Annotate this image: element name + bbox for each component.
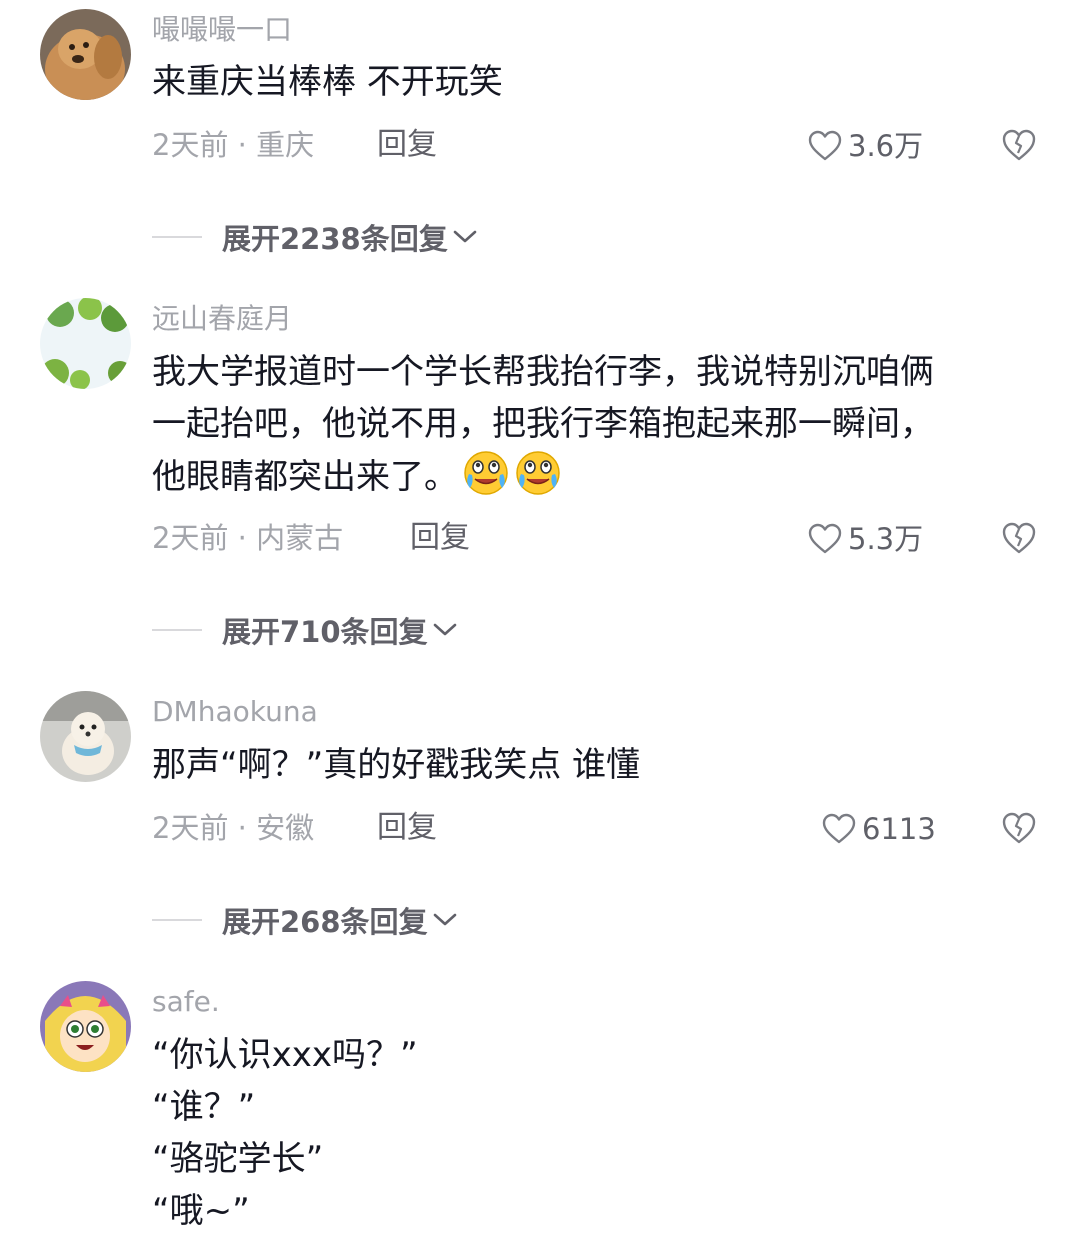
like-button[interactable]: 3.6万 <box>808 128 923 164</box>
comment-meta: 2天前 · 安徽 <box>152 811 315 845</box>
username[interactable]: DMhaokuna <box>152 695 318 729</box>
avatar[interactable] <box>40 298 131 389</box>
expand-replies-button[interactable]: 展开268条回复 <box>152 899 458 941</box>
reply-button[interactable]: 回复 <box>377 810 437 846</box>
heart-outline-icon <box>808 523 842 554</box>
comment-text-line: 他眼睛都突出来了。 <box>152 450 1052 502</box>
chevron-down-icon <box>433 913 456 926</box>
laugh-cry-emoji-icon <box>516 451 560 495</box>
heart-outline-icon <box>808 130 842 161</box>
expand-replies-button[interactable]: 展开2238条回复 <box>152 216 478 258</box>
comment-text-line: “骆驼学长” <box>152 1139 324 1179</box>
chevron-down-icon <box>433 623 456 636</box>
comment-text-line: 一起抬吧，他说不用，把我行李箱抱起来那一瞬间， <box>152 404 934 444</box>
heart-outline-icon <box>822 813 856 844</box>
expand-replies-button[interactable]: 展开710条回复 <box>152 609 458 651</box>
username[interactable]: 远山春庭月 <box>152 302 292 336</box>
avatar[interactable] <box>40 9 131 100</box>
comment-text-line: “谁？” <box>152 1087 256 1127</box>
comment-text: 来重庆当棒棒 不开玩笑 <box>152 56 1052 108</box>
comment-meta: 2天前 · 重庆 <box>152 128 315 162</box>
username[interactable]: 嘬嘬嘬一口 <box>152 13 292 47</box>
comment-text: “你认识xxx吗？” “谁？” “骆驼学长” “哦~” <box>152 1029 1052 1237</box>
like-button[interactable]: 6113 <box>822 811 936 847</box>
comment-meta: 2天前 · 内蒙古 <box>152 521 344 555</box>
expand-replies-label: 展开710条回复 <box>222 615 428 649</box>
laugh-cry-emoji-icon <box>464 451 508 495</box>
divider <box>152 236 202 238</box>
like-count: 3.6万 <box>848 129 924 163</box>
expand-replies-label: 展开2238条回复 <box>222 222 448 256</box>
like-count: 6113 <box>862 812 936 846</box>
expand-replies-label: 展开268条回复 <box>222 905 428 939</box>
chevron-down-icon <box>453 230 477 243</box>
reply-button[interactable]: 回复 <box>377 127 437 163</box>
reply-button[interactable]: 回复 <box>410 520 470 556</box>
broken-heart-icon[interactable] <box>1002 811 1036 845</box>
comment-text-line: “你认识xxx吗？” <box>152 1035 418 1075</box>
comment-text: 我大学报道时一个学长帮我抬行李，我说特别沉咱俩 一起抬吧，他说不用，把我行李箱抱… <box>152 346 1052 502</box>
like-button[interactable]: 5.3万 <box>808 521 923 557</box>
comment-text-segment: 他眼睛都突出来了。 <box>152 457 458 497</box>
comment-text-line: 我大学报道时一个学长帮我抬行李，我说特别沉咱俩 <box>152 352 934 392</box>
broken-heart-icon[interactable] <box>1002 521 1036 555</box>
broken-heart-icon[interactable] <box>1002 128 1036 162</box>
like-count: 5.3万 <box>848 522 924 556</box>
comment-text-line: “哦~” <box>152 1191 250 1231</box>
divider <box>152 629 202 631</box>
comment-text-line: 那声“啊？”真的好戳我笑点 谁懂 <box>152 745 641 785</box>
avatar[interactable] <box>40 691 131 782</box>
username[interactable]: safe. <box>152 985 220 1019</box>
avatar[interactable] <box>40 981 131 1072</box>
comment-text-line: 来重庆当棒棒 不开玩笑 <box>152 62 503 102</box>
comment-text: 那声“啊？”真的好戳我笑点 谁懂 <box>152 739 1052 791</box>
divider <box>152 919 202 921</box>
